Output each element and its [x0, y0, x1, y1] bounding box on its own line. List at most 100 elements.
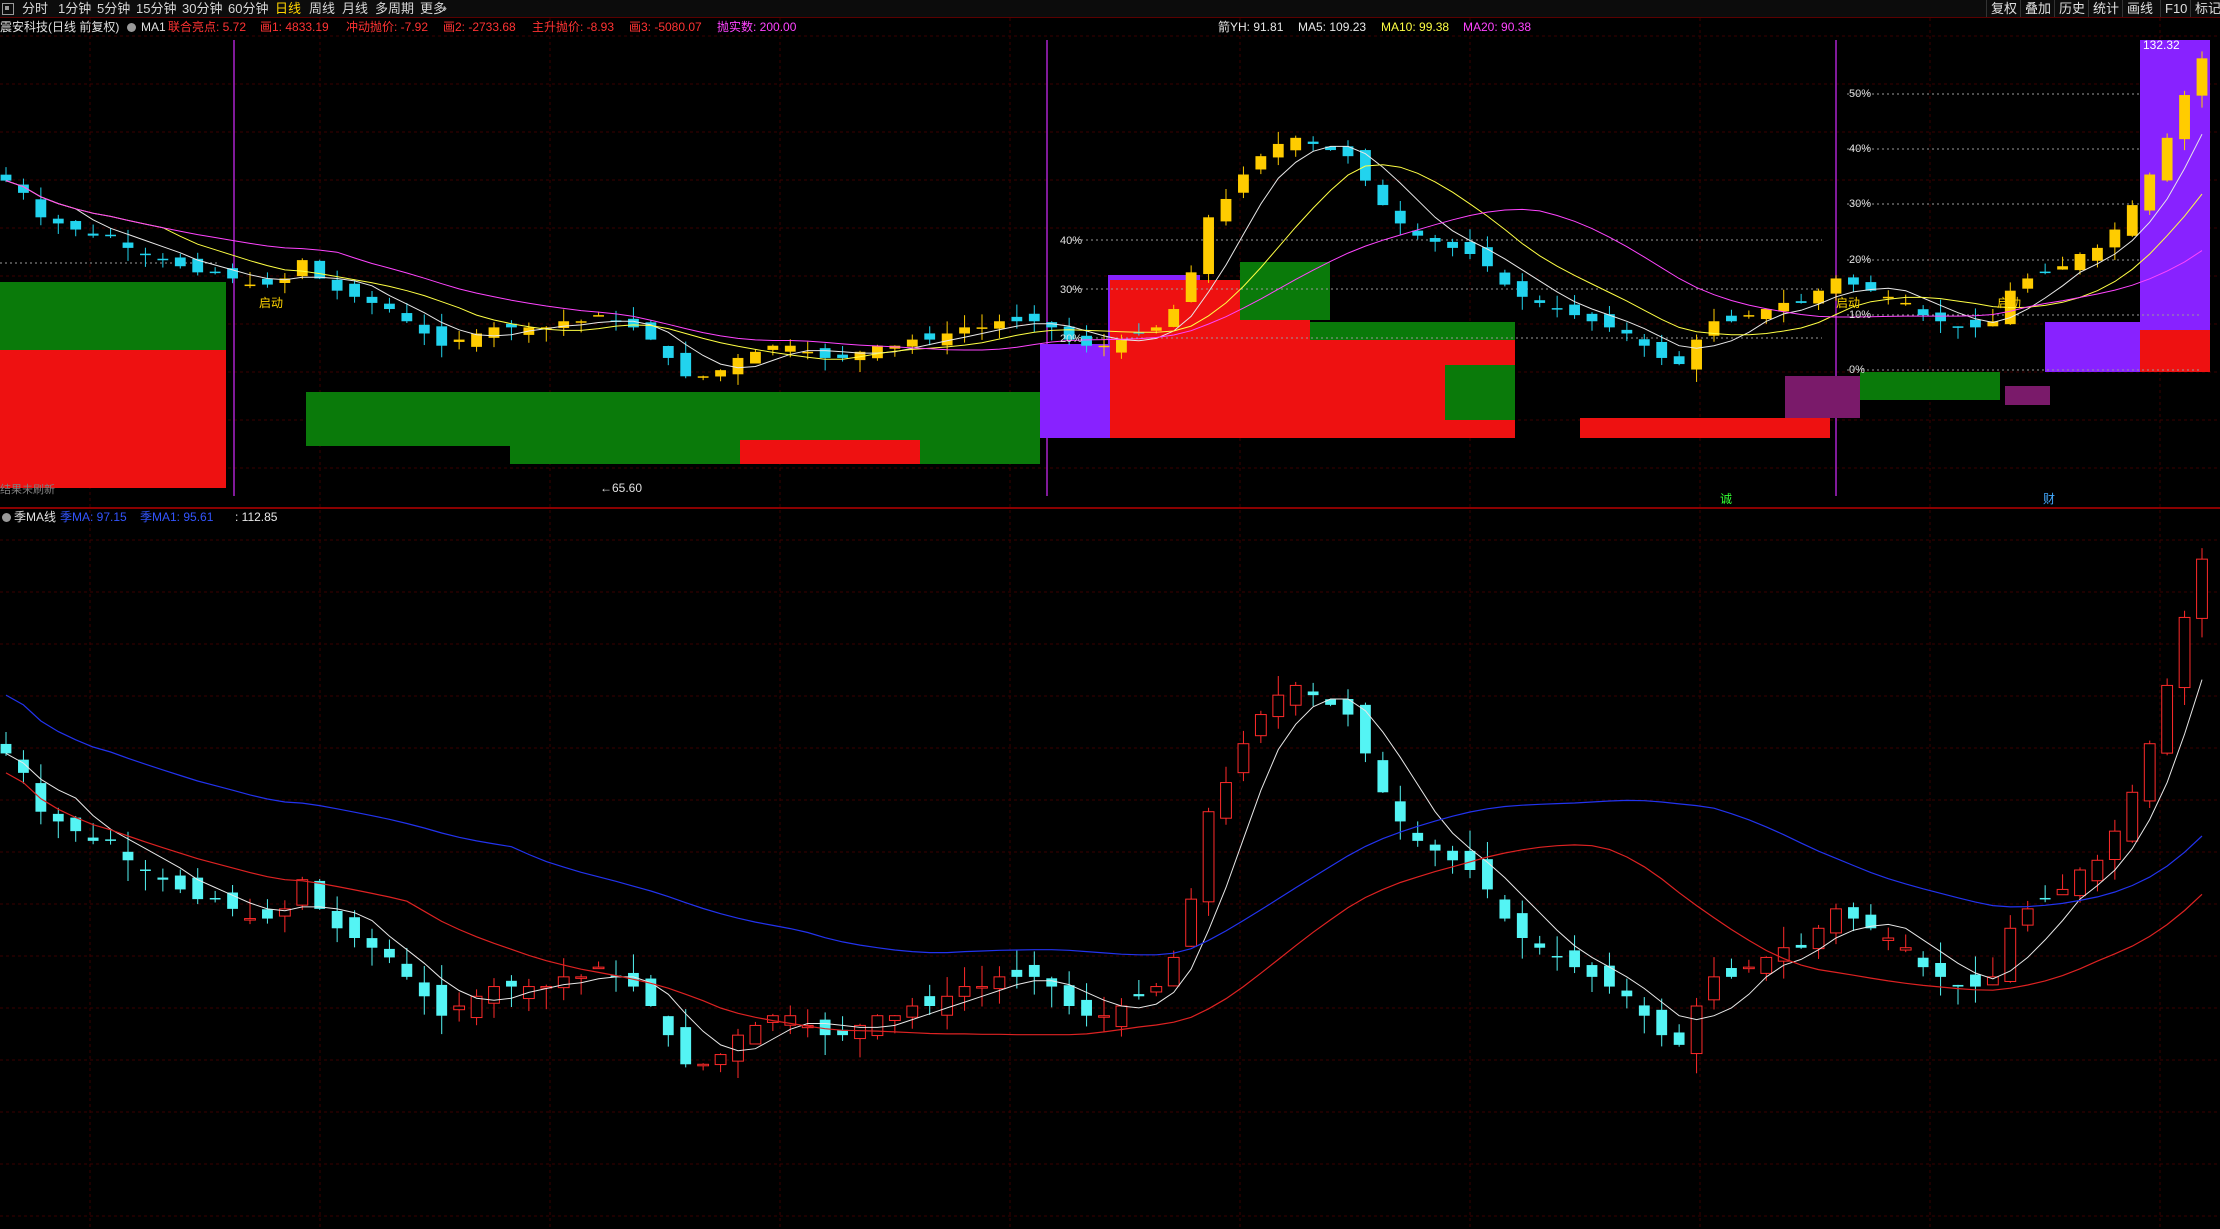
indicator-name[interactable]: MA1: [141, 20, 166, 35]
candle-body: [1900, 302, 1912, 305]
candle-body: [732, 1034, 744, 1062]
candle-body: [1935, 963, 1946, 977]
candle-body: [1569, 304, 1580, 316]
candle-body: [976, 986, 988, 989]
candle-body: [314, 880, 326, 909]
pct-label: 50%: [1849, 88, 1872, 100]
candle-body: [418, 982, 430, 997]
candle-body: [2022, 278, 2034, 289]
panel-divider[interactable]: [0, 507, 2220, 509]
candle-body: [2126, 791, 2139, 842]
candle-body: [1882, 937, 1895, 941]
candle-body: [1812, 927, 1825, 950]
candle-body: [906, 339, 918, 347]
candle-body: [958, 986, 971, 997]
kline-chart-area[interactable]: [0, 0, 2220, 1229]
candle-body: [1726, 315, 1737, 322]
pct-label: 30%: [1060, 284, 1083, 296]
candle-body: [1203, 217, 1214, 275]
candle-body: [2091, 859, 2104, 882]
candle-body: [976, 327, 988, 329]
candle-body: [1063, 985, 1075, 1006]
candle-body: [2143, 743, 2156, 802]
candle-body: [52, 218, 64, 224]
candle-body: [2196, 58, 2208, 96]
sub-legend-item: 季MA1: 95.61: [140, 510, 214, 524]
candle-body: [1081, 999, 1092, 1016]
sub-legend-item: 季MA: 97.15: [60, 510, 127, 524]
candle-body: [331, 910, 343, 929]
high-price-label: 132.32: [2143, 38, 2180, 52]
candle-body: [959, 327, 970, 334]
candle-body: [209, 898, 221, 900]
sub-indicator-name[interactable]: 季MA线: [14, 510, 56, 525]
candle-body: [1150, 327, 1162, 331]
candle-body: [1447, 241, 1458, 248]
legend-item: 抛实数: 200.00: [717, 20, 797, 34]
candle-body: [2109, 229, 2121, 248]
candle-body: [575, 976, 588, 979]
legend-item: 主升抛价: -8.93: [532, 20, 615, 34]
candle-body: [1830, 908, 1842, 934]
candle-body: [1185, 898, 1198, 947]
candle-body: [1377, 184, 1389, 206]
candle-body: [1412, 832, 1424, 841]
candle-body: [105, 234, 116, 237]
candle-body: [732, 357, 744, 375]
candle-body: [557, 976, 570, 989]
qidong-label: 启动: [1997, 296, 2022, 310]
candle-body: [1133, 994, 1145, 997]
candle-body: [872, 345, 883, 359]
candle-body: [1586, 965, 1598, 977]
legend-item: 画1: 4833.19: [260, 20, 329, 34]
candle-body: [697, 376, 709, 378]
candle-body: [628, 318, 639, 328]
candle-body: [2161, 684, 2174, 754]
candle-body: [871, 1015, 884, 1037]
candle-body: [244, 284, 256, 287]
legend-item: 冲动抛价: -7.92: [346, 20, 429, 34]
legend-item: 画3: -5080.07: [629, 20, 702, 34]
candle-body: [1185, 272, 1197, 303]
candle-body: [994, 321, 1005, 329]
candle-body: [1098, 1015, 1110, 1018]
pct-label: 40%: [1849, 143, 1872, 155]
candle-body: [1272, 143, 1284, 158]
candle-body: [1220, 198, 1232, 222]
candle-body: [592, 966, 605, 970]
candle-body: [1377, 760, 1389, 793]
candle-body: [384, 303, 395, 310]
settings-circle-icon[interactable]: [2, 513, 11, 522]
settings-circle-icon[interactable]: [127, 23, 136, 32]
candle-body: [401, 313, 413, 322]
signal-block: [2140, 330, 2210, 372]
candle-body: [1011, 316, 1023, 322]
candle-body: [1656, 1009, 1668, 1036]
candle-body: [1830, 278, 1842, 294]
candle-body: [1621, 329, 1633, 334]
candle-body: [1690, 1005, 1703, 1055]
candle-body: [1848, 277, 1859, 285]
candle-body: [1673, 1032, 1685, 1045]
candle-body: [1081, 335, 1092, 346]
candle-body: [819, 1019, 831, 1036]
cai-marker: 财: [2043, 492, 2056, 506]
candle-body: [140, 869, 151, 871]
candle-body: [35, 199, 47, 218]
sub-legend-item: : 112.85: [235, 510, 278, 524]
candle-body: [1708, 976, 1720, 1001]
candle-body: [1046, 978, 1058, 987]
candle-body: [2074, 869, 2086, 897]
ma-legend-item: MA10: 99.38: [1381, 20, 1450, 34]
candle-body: [1429, 844, 1441, 851]
candle-body: [436, 984, 448, 1016]
candle-body: [1116, 339, 1127, 353]
candle-body: [1534, 943, 1546, 948]
candle-body: [1882, 296, 1894, 299]
candle-body: [2056, 888, 2069, 896]
candle-body: [1429, 238, 1441, 242]
candle-body: [349, 283, 360, 297]
candle-body: [924, 333, 936, 340]
candle-body: [401, 963, 413, 977]
candle-body: [0, 743, 12, 754]
